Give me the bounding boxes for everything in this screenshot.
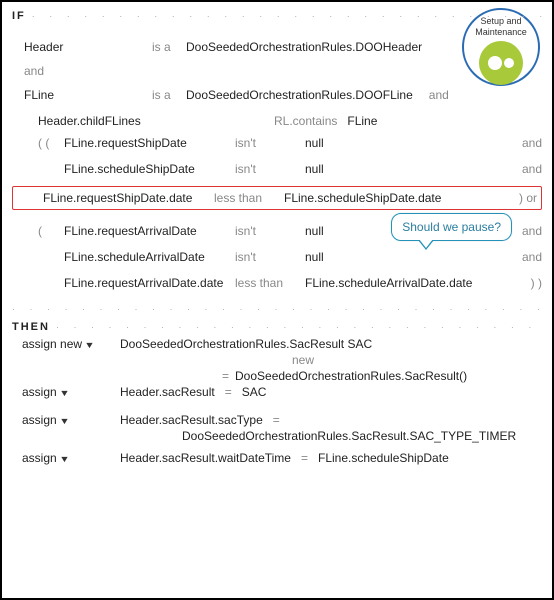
conn-and-1: and bbox=[12, 64, 542, 78]
dotted-rule bbox=[56, 322, 542, 333]
action-rhs: FLine.scheduleShipDate bbox=[318, 451, 449, 465]
action-lhs: Header.sacResult.sacType bbox=[120, 413, 263, 427]
var-header: Header bbox=[24, 40, 146, 54]
cond-rhs: FLine.scheduleArrivalDate.date bbox=[305, 276, 502, 290]
cond-lhs: FLine.requestShipDate bbox=[64, 136, 229, 150]
cond-op: less than bbox=[235, 276, 299, 290]
cond-op: isn't bbox=[235, 162, 299, 176]
open-paren-2: ( bbox=[38, 224, 58, 238]
dotted-rule bbox=[12, 304, 542, 315]
cond-lhs: FLine.requestArrivalDate.date bbox=[64, 276, 229, 290]
cond-lhs: FLine.scheduleArrivalDate bbox=[64, 250, 229, 264]
cond-row-3: ( FLine.requestArrivalDate isn't null an… bbox=[12, 224, 542, 238]
condition-block: ( ( FLine.requestShipDate isn't null and… bbox=[12, 136, 542, 290]
cond-tail: ) or bbox=[503, 191, 537, 205]
action-kw: assign bbox=[22, 385, 57, 399]
cond-tail: and bbox=[508, 162, 542, 176]
chevron-down-icon[interactable]: ▼ bbox=[59, 388, 70, 398]
action-lhs: Header.sacResult bbox=[120, 385, 215, 399]
cond-rhs: null bbox=[305, 224, 502, 238]
var-childflines: Header.childFLines bbox=[38, 114, 268, 128]
action-row-3: assign ▼ Header.sacResult.sacType = bbox=[12, 413, 542, 427]
action-expr: DooSeededOrchestrationRules.SacResult SA… bbox=[120, 337, 372, 351]
cond-lhs: FLine.scheduleShipDate bbox=[64, 162, 229, 176]
dotted-rule bbox=[32, 11, 542, 22]
op-rlcontains: RL.contains bbox=[274, 114, 337, 128]
cond-row-1: FLine.scheduleShipDate isn't null and bbox=[12, 162, 542, 176]
cond-op: isn't bbox=[235, 250, 299, 264]
cond-rhs: FLine.scheduleShipDate.date bbox=[284, 191, 497, 205]
cond-op: less than bbox=[214, 191, 278, 205]
then-header-row: THEN bbox=[12, 321, 542, 333]
cond-tail: and bbox=[508, 250, 542, 264]
var-fline: FLine bbox=[24, 88, 146, 102]
if-header-row: IF bbox=[12, 10, 542, 22]
conn-and-inline: and bbox=[429, 88, 449, 102]
cond-lhs: FLine.requestShipDate.date bbox=[43, 191, 208, 205]
cond-row-5: FLine.requestArrivalDate.date less than … bbox=[12, 276, 542, 290]
cond-tail: ) ) bbox=[508, 276, 542, 290]
decl-header: Header is a DooSeededOrchestrationRules.… bbox=[12, 40, 542, 54]
decl-fline: FLine is a DooSeededOrchestrationRules.D… bbox=[12, 88, 542, 102]
action-row-1-sub-val: = DooSeededOrchestrationRules.SacResult(… bbox=[12, 369, 542, 383]
action-row-1: assign new ▼ DooSeededOrchestrationRules… bbox=[12, 337, 542, 351]
action-row-2: assign ▼ Header.sacResult = SAC bbox=[12, 385, 542, 399]
cond-row-0: ( ( FLine.requestShipDate isn't null and bbox=[12, 136, 542, 150]
cond-lhs: FLine.requestArrivalDate bbox=[64, 224, 229, 238]
action-kw: assign bbox=[22, 451, 57, 465]
op-isa: is a bbox=[152, 40, 180, 54]
open-paren: ( ( bbox=[38, 136, 58, 150]
chevron-down-icon[interactable]: ▼ bbox=[59, 416, 70, 426]
cond-op: isn't bbox=[235, 136, 299, 150]
op-isa-2: is a bbox=[152, 88, 180, 102]
keyword-then: THEN bbox=[12, 321, 50, 333]
action-kw: assign bbox=[22, 413, 57, 427]
rl-target: FLine bbox=[347, 114, 377, 128]
action-kw: assign new bbox=[22, 337, 82, 351]
type-header: DooSeededOrchestrationRules.DOOHeader bbox=[186, 40, 422, 54]
type-fline: DooSeededOrchestrationRules.DOOFLine bbox=[186, 88, 413, 102]
cond-rhs: null bbox=[305, 136, 502, 150]
cond-tail: and bbox=[508, 136, 542, 150]
keyword-if: IF bbox=[12, 10, 26, 22]
cond-rhs: null bbox=[305, 250, 502, 264]
chevron-down-icon[interactable]: ▼ bbox=[59, 454, 70, 464]
action-row-4: assign ▼ Header.sacResult.waitDateTime =… bbox=[12, 451, 542, 465]
decl-child: Header.childFLines RL.contains FLine bbox=[12, 114, 542, 128]
cond-row-2-highlighted: FLine.requestShipDate.date less than FLi… bbox=[12, 186, 542, 210]
action-lhs: Header.sacResult.waitDateTime bbox=[120, 451, 291, 465]
chevron-down-icon[interactable]: ▼ bbox=[84, 340, 95, 350]
cond-row-4: FLine.scheduleArrivalDate isn't null and bbox=[12, 250, 542, 264]
action-row-3-rhs: DooSeededOrchestrationRules.SacResult.SA… bbox=[12, 429, 542, 443]
action-rhs: SAC bbox=[242, 385, 267, 399]
cond-tail: and bbox=[508, 224, 542, 238]
cond-op: isn't bbox=[235, 224, 299, 238]
cond-rhs: null bbox=[305, 162, 502, 176]
action-row-1-sub-new: new bbox=[12, 353, 542, 367]
divider bbox=[12, 304, 542, 315]
